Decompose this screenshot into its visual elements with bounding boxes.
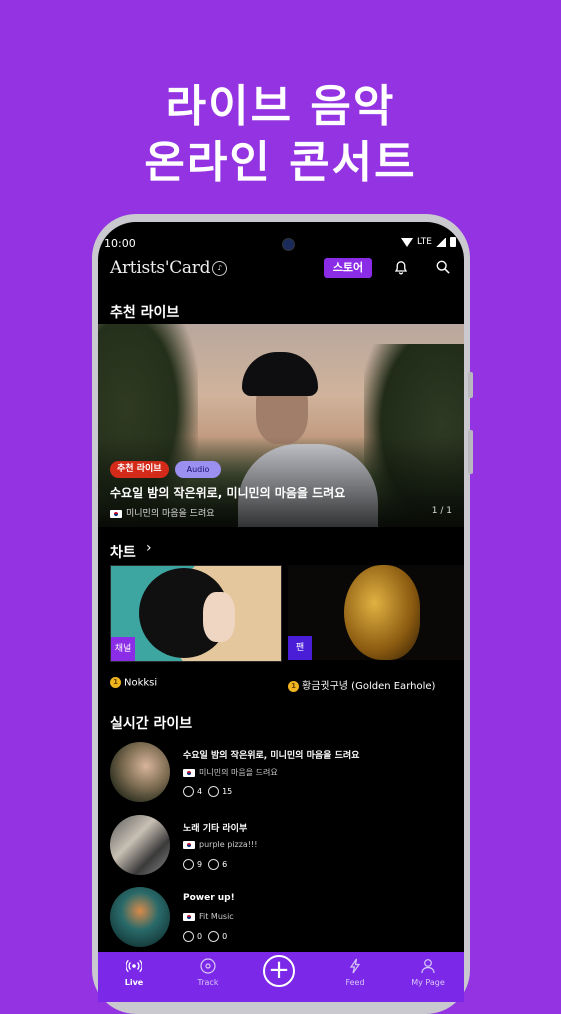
chart-card-name[interactable]: 1 황금귓구녕 (Golden Earhole) xyxy=(288,677,435,692)
chevron-right-icon[interactable]: › xyxy=(146,540,152,556)
like-count-value: 9 xyxy=(197,860,203,869)
chart-card-fan[interactable]: 팬 xyxy=(288,565,464,660)
live-thumbnail xyxy=(110,887,170,947)
viewers-icon xyxy=(208,859,220,870)
tab-feed-label: Feed xyxy=(345,978,365,987)
korea-flag-icon xyxy=(183,768,195,777)
card-image-ear xyxy=(344,565,420,660)
logo-badge-icon: ♪ xyxy=(212,261,228,276)
chart-card-channel[interactable]: 채널 xyxy=(110,565,282,662)
like-count-value: 0 xyxy=(197,932,203,941)
banner-pager: 1 / 1 xyxy=(431,506,452,516)
like-icon xyxy=(183,931,194,942)
like-count: 0 xyxy=(183,931,202,942)
tab-my-page-label: My Page xyxy=(411,978,445,987)
viewer-count: 6 xyxy=(208,859,227,870)
create-button[interactable]: + xyxy=(263,955,295,987)
tab-track-label: Track xyxy=(197,978,219,987)
banner-live-title: 수요일 밤의 작은위로, 미니민의 마음을 드려요 xyxy=(110,486,346,500)
viewers-icon xyxy=(208,931,220,942)
live-item-title: 수요일 밤의 작은위로, 미니민의 마음을 드려요 xyxy=(183,751,360,761)
live-list-item[interactable]: 수요일 밤의 작은위로, 미니민의 마음을 드려요 미니민의 마음을 드려요 4… xyxy=(110,742,450,804)
broadcast-icon xyxy=(126,959,142,973)
wifi-icon xyxy=(401,237,414,247)
promo-line-2: 온라인 콘서트 xyxy=(144,137,417,188)
live-item-stats: 00 xyxy=(183,931,227,942)
viewer-count: 0 xyxy=(208,931,227,942)
live-item-channel: Fit Music xyxy=(183,912,234,921)
like-count: 9 xyxy=(183,859,202,870)
korea-flag-icon xyxy=(110,509,122,518)
bell-icon[interactable] xyxy=(394,260,408,275)
live-thumbnail xyxy=(110,742,170,802)
tab-my-page[interactable]: My Page xyxy=(398,958,458,987)
tab-live-label: Live xyxy=(124,978,144,987)
tab-live[interactable]: Live xyxy=(104,958,164,987)
viewer-count-value: 0 xyxy=(222,932,228,941)
like-count-value: 4 xyxy=(197,787,203,796)
disc-icon xyxy=(200,958,216,974)
user-icon xyxy=(421,959,435,974)
live-item-channel-name: purple pizza!!! xyxy=(199,840,258,849)
viewers-icon xyxy=(208,786,220,797)
network-type: LTE xyxy=(417,237,432,247)
promo-line-1: 라이브 음악 xyxy=(165,81,396,132)
viewer-count-value: 6 xyxy=(222,860,228,869)
korea-flag-icon xyxy=(183,840,195,849)
chart-section-title[interactable]: 차트 xyxy=(110,542,136,562)
live-item-channel-name: Fit Music xyxy=(199,912,234,921)
banner-channel: 미니민의 마음을 드려요 xyxy=(110,506,215,519)
chart-card-name-text: 황금귓구녕 (Golden Earhole) xyxy=(302,681,436,692)
card-tag: 팬 xyxy=(288,636,312,660)
status-bar: 10:00 LTE xyxy=(104,236,456,252)
banner-channel-name: 미니민의 마음을 드려요 xyxy=(126,509,215,519)
like-icon xyxy=(183,786,194,797)
live-item-channel: 미니민의 마음을 드려요 xyxy=(183,767,278,778)
app-header: Artists'Card ♪ 스토어 xyxy=(110,258,452,284)
card-image-face xyxy=(203,592,235,642)
app-logo[interactable]: Artists'Card ♪ xyxy=(110,258,228,278)
live-item-title: 노래 기타 라이부 xyxy=(183,824,248,834)
like-icon xyxy=(183,859,194,870)
viewer-count-value: 15 xyxy=(222,787,233,796)
like-count: 4 xyxy=(183,786,202,797)
live-item-channel-name: 미니민의 마음을 드려요 xyxy=(199,768,278,777)
live-list-item[interactable]: Power up! Fit Music 00 xyxy=(110,887,450,949)
chart-card-name[interactable]: 1 Nokksi xyxy=(110,677,157,689)
live-item-stats: 96 xyxy=(183,859,227,870)
medal-icon: 1 xyxy=(288,680,299,692)
power-button xyxy=(468,430,473,474)
search-icon[interactable] xyxy=(436,260,450,274)
chart-card-name-text: Nokksi xyxy=(124,677,158,689)
store-button[interactable]: 스토어 xyxy=(324,258,372,278)
bottom-tab-bar: Live Track + Feed My Page xyxy=(98,952,464,1002)
korea-flag-icon xyxy=(183,912,195,921)
viewer-count: 15 xyxy=(208,786,232,797)
tab-track[interactable]: Track xyxy=(178,958,238,987)
live-item-stats: 4 15 xyxy=(183,786,232,797)
phone-screen: 10:00 LTE Artists'Card ♪ 스토어 추천 라이브 추천 라이… xyxy=(98,222,464,1002)
status-time: 10:00 xyxy=(104,237,136,250)
volume-up-button xyxy=(468,372,473,398)
banner-image-hat xyxy=(242,352,318,396)
recommended-tag: 추천 라이브 xyxy=(110,461,169,478)
live-item-title: Power up! xyxy=(183,893,235,903)
logo-text: Artists'Card xyxy=(110,258,211,278)
live-thumbnail xyxy=(110,815,170,875)
lightning-icon xyxy=(349,958,361,974)
realtime-live-title: 실시간 라이브 xyxy=(110,716,193,732)
recommended-live-banner[interactable]: 추천 라이브 Audio 수요일 밤의 작은위로, 미니민의 마음을 드려요 미… xyxy=(98,324,464,527)
battery-icon xyxy=(450,237,456,247)
camera-hole xyxy=(282,238,295,251)
tab-feed[interactable]: Feed xyxy=(325,958,385,987)
signal-icon xyxy=(436,237,446,247)
live-list-item[interactable]: 노래 기타 라이부 purple pizza!!! 96 xyxy=(110,815,450,877)
live-item-channel: purple pizza!!! xyxy=(183,840,257,849)
medal-icon: 1 xyxy=(110,677,121,688)
audio-badge: Audio xyxy=(175,461,221,478)
card-tag: 채널 xyxy=(111,637,135,661)
recommended-section-title: 추천 라이브 xyxy=(110,305,180,321)
